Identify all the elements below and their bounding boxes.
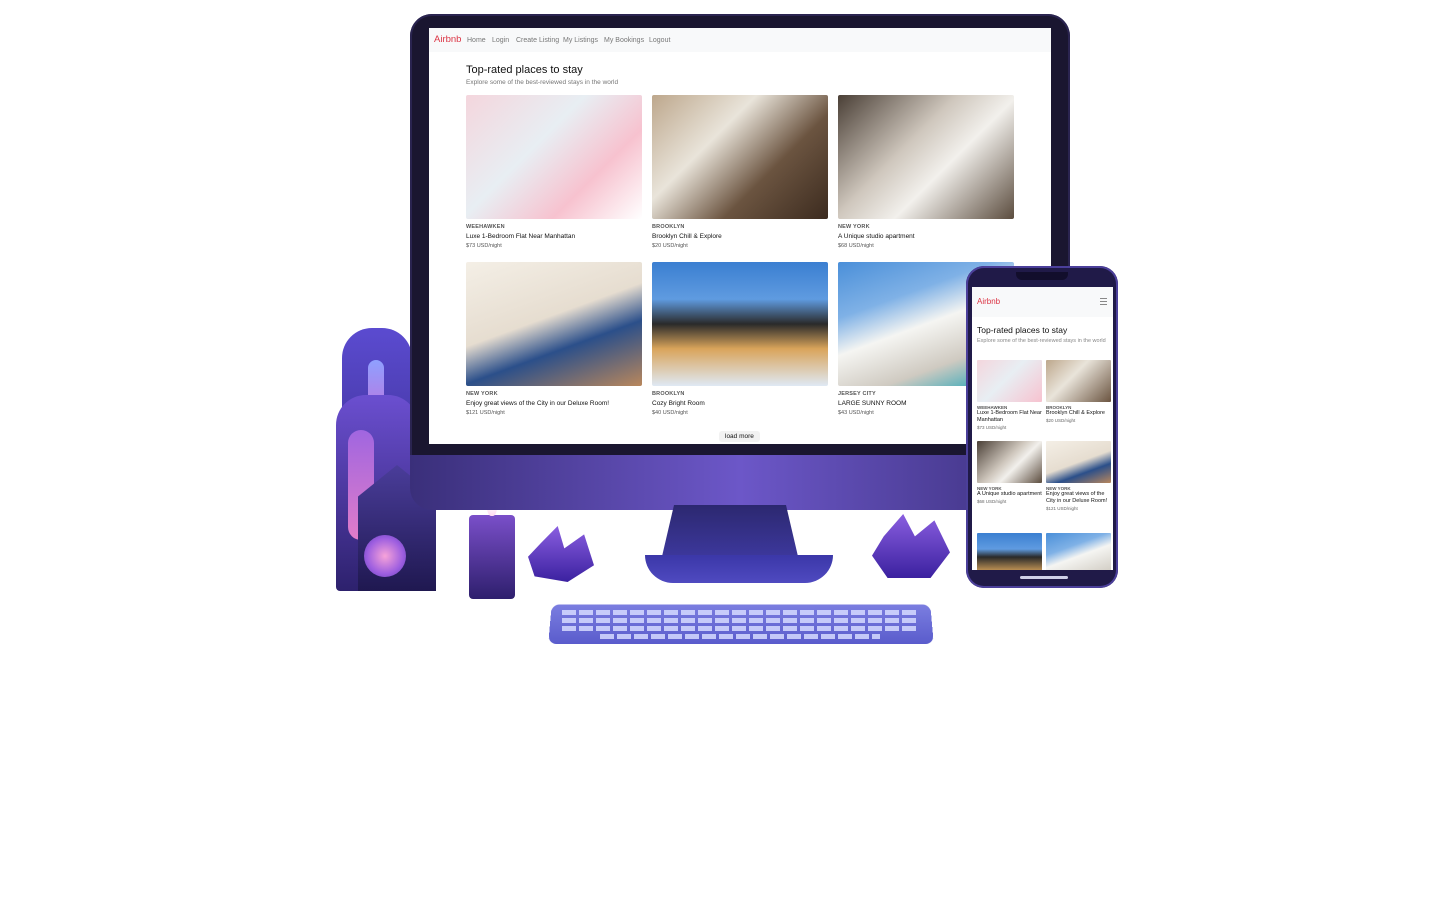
nav-my-listings[interactable]: My Listings — [563, 37, 598, 44]
decor-crystal-left — [528, 526, 594, 582]
listing-photo — [977, 441, 1042, 483]
listing-name: Luxe 1-Bedroom Flat Near Manhattan — [466, 233, 576, 240]
navbar: Airbnb Home Login Create Listing My List… — [429, 28, 1051, 52]
nav-login[interactable]: Login — [492, 37, 509, 44]
listing-name: Luxe 1-Bedroom Flat Near Manhattan — [977, 410, 1042, 423]
keyboard-keys — [562, 618, 918, 623]
decor-candle — [469, 515, 515, 599]
desktop-screen: Airbnb Home Login Create Listing My List… — [429, 28, 1051, 444]
listing-name: Brooklyn Chill & Explore — [652, 233, 722, 240]
phone-home-indicator — [1020, 576, 1068, 579]
keyboard-keys — [600, 634, 880, 639]
listing-location: NEW YORK — [838, 224, 870, 230]
listing-photo — [838, 95, 1014, 219]
listing-photo — [977, 360, 1042, 402]
listing-card[interactable]: WEEHAWKEN Luxe 1-Bedroom Flat Near Manha… — [466, 95, 642, 249]
listing-name: Enjoy great views of the City in our Del… — [1046, 491, 1108, 504]
listing-card[interactable]: NEW YORK A Unique studio apartment $68 U… — [838, 95, 1014, 249]
nav-create-listing[interactable]: Create Listing — [516, 37, 559, 44]
mobile-listing-card[interactable]: NEW YORK Enjoy great views of the City i… — [1046, 441, 1111, 511]
listing-price: $121 USD/night — [466, 410, 505, 416]
listing-photo — [652, 95, 828, 219]
mobile-page-subtitle: Explore some of the best-reviewed stays … — [977, 338, 1106, 344]
listing-price: $73 USD/night — [977, 425, 1007, 430]
mobile-listing-card[interactable]: WEEHAWKEN Luxe 1-Bedroom Flat Near Manha… — [977, 360, 1042, 430]
listing-card[interactable]: BROOKLYN Cozy Bright Room $40 USD/night — [652, 262, 828, 416]
listing-price: $20 USD/night — [1046, 418, 1076, 423]
listing-photo[interactable] — [1046, 533, 1111, 570]
listing-photo — [1046, 360, 1111, 402]
listing-name: A Unique studio apartment — [838, 233, 915, 240]
listing-name: Enjoy great views of the City in our Del… — [466, 400, 610, 407]
listing-price: $121 USD/night — [1046, 506, 1078, 511]
decor-lantern-orb — [364, 535, 406, 577]
monitor-stand-base — [645, 555, 833, 583]
listing-location: BROOKLYN — [652, 224, 685, 230]
listing-price: $68 USD/night — [977, 499, 1007, 504]
listing-price: $68 USD/night — [838, 243, 874, 249]
listing-photo — [466, 95, 642, 219]
nav-home[interactable]: Home — [467, 37, 486, 44]
decor-crystal-right — [872, 514, 950, 578]
listing-card[interactable]: BROOKLYN Brooklyn Chill & Explore $20 US… — [652, 95, 828, 249]
listing-photo — [1046, 441, 1111, 483]
listing-name: Brooklyn Chill & Explore — [1046, 410, 1105, 416]
mobile-listing-card[interactable]: NEW YORK A Unique studio apartment $68 U… — [977, 441, 1042, 504]
listing-location: WEEHAWKEN — [466, 224, 505, 230]
listing-name: A Unique studio apartment — [977, 491, 1042, 497]
listing-card[interactable]: NEW YORK Enjoy great views of the City i… — [466, 262, 642, 416]
nav-my-bookings[interactable]: My Bookings — [604, 37, 644, 44]
listing-photo — [466, 262, 642, 386]
page-title: Top-rated places to stay — [466, 64, 583, 76]
mobile-screen: Airbnb Top-rated places to stay Explore … — [972, 287, 1113, 570]
mobile-page-title: Top-rated places to stay — [977, 325, 1068, 335]
phone-notch — [1016, 272, 1068, 280]
listing-name: Cozy Bright Room — [652, 400, 705, 407]
listing-price: $40 USD/night — [652, 410, 688, 416]
hamburger-icon[interactable] — [1100, 298, 1107, 305]
listing-photo — [652, 262, 828, 386]
nav-logout[interactable]: Logout — [649, 37, 670, 44]
listing-location: NEW YORK — [466, 391, 498, 397]
page-subtitle: Explore some of the best-reviewed stays … — [466, 79, 619, 86]
brand-logo[interactable]: Airbnb — [434, 34, 461, 45]
listing-location: BROOKLYN — [652, 391, 685, 397]
mobile-listing-card[interactable]: BROOKLYN Brooklyn Chill & Explore $20 US… — [1046, 360, 1111, 423]
listing-price: $20 USD/night — [652, 243, 688, 249]
mobile-navbar: Airbnb — [972, 287, 1113, 317]
load-more-button[interactable]: load more — [719, 431, 760, 442]
listing-price: $73 USD/night — [466, 243, 502, 249]
mobile-brand-logo[interactable]: Airbnb — [977, 297, 1000, 306]
listing-photo[interactable] — [977, 533, 1042, 570]
keyboard-keys — [562, 610, 918, 615]
keyboard-keys — [562, 626, 918, 631]
